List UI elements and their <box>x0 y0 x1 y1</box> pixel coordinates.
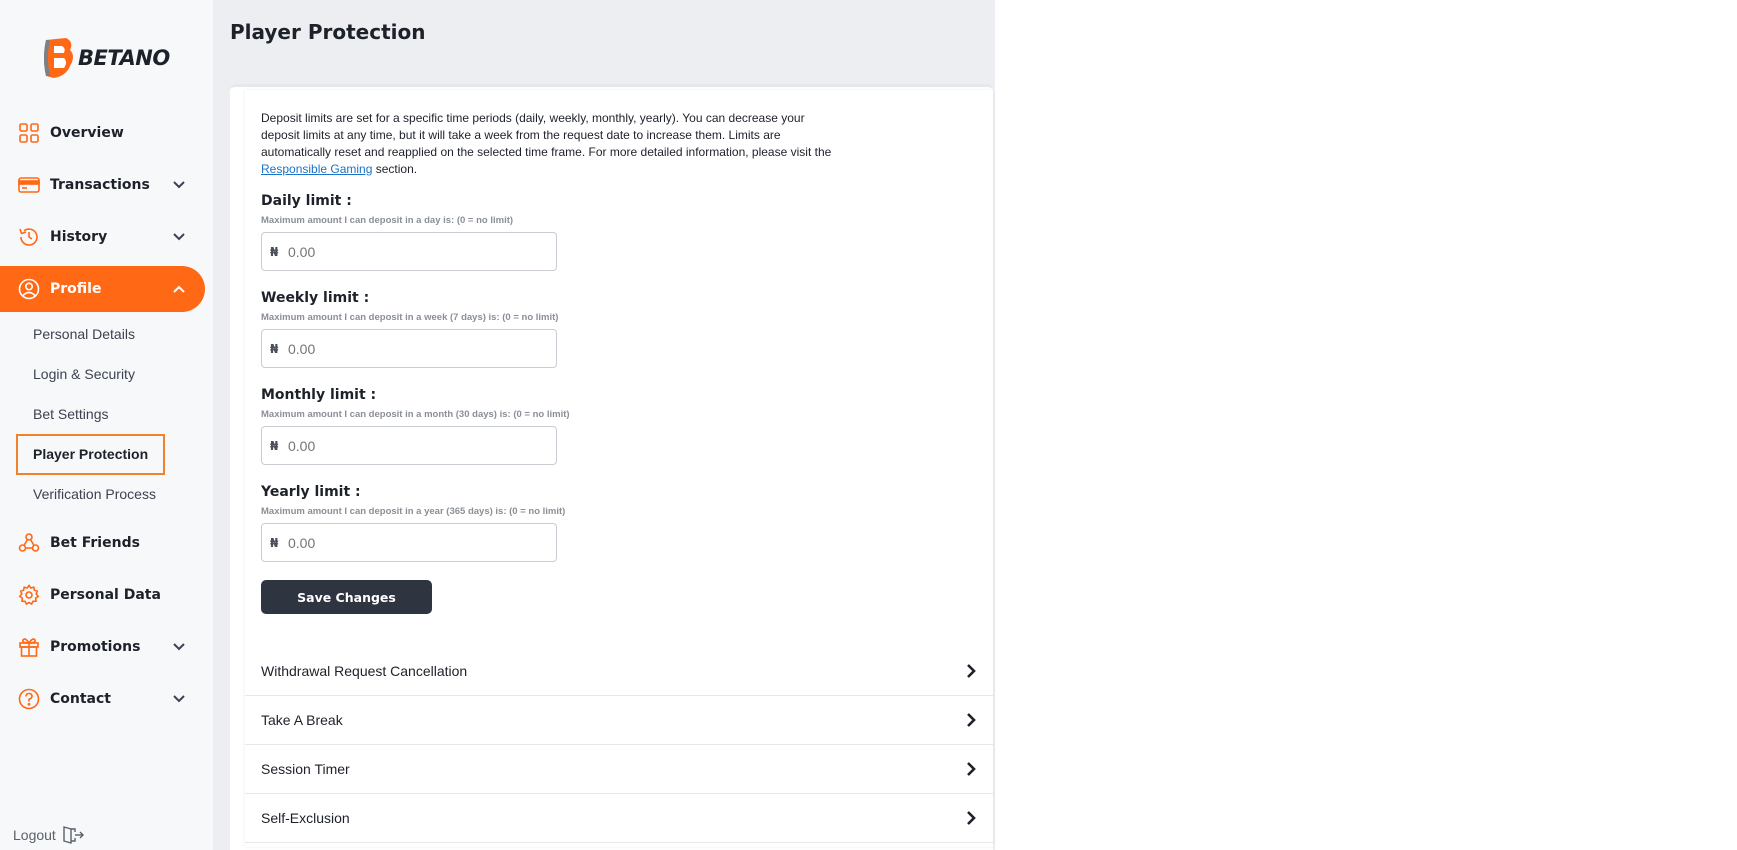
yearly-limit-hint: Maximum amount I can deposit in a year (… <box>261 506 566 517</box>
friends-icon <box>18 532 40 554</box>
logout-label: Logout <box>13 827 56 843</box>
sidebar-subitem-login-security[interactable]: Login & Security <box>33 366 135 382</box>
sidebar-subitem-player-protection[interactable]: Player Protection <box>16 434 165 475</box>
sidebar-item-bet-friends[interactable]: Bet Friends <box>0 520 205 566</box>
chevron-down-icon[interactable] <box>171 691 187 707</box>
yearly-limit-field[interactable]: ₦ <box>261 523 557 562</box>
chevron-up-icon[interactable] <box>171 281 187 297</box>
main-content: Player Protection Deposit limits are set… <box>213 0 995 850</box>
sidebar-item-transactions[interactable]: Transactions <box>0 162 205 208</box>
gift-icon <box>18 636 40 658</box>
yearly-limit-input[interactable] <box>288 534 538 551</box>
gear-icon <box>18 584 40 606</box>
responsible-gaming-link[interactable]: Responsible Gaming <box>261 162 372 176</box>
sidebar: BETANO Overview Transactions History Pro… <box>0 0 213 850</box>
sidebar-item-profile[interactable]: Profile <box>0 266 205 312</box>
accordion-withdrawal-request-cancellation[interactable]: Withdrawal Request Cancellation <box>245 647 993 696</box>
weekly-limit-input[interactable] <box>288 340 538 357</box>
naira-currency-icon: ₦ <box>270 535 279 550</box>
deposit-limits-description: Deposit limits are set for a specific ti… <box>261 110 841 178</box>
yearly-limit-title: Yearly limit : <box>261 484 361 500</box>
accordion-session-timer[interactable]: Session Timer <box>245 745 993 794</box>
sidebar-item-label: Promotions <box>50 639 141 655</box>
help-icon <box>18 688 40 710</box>
naira-currency-icon: ₦ <box>270 244 279 259</box>
sidebar-item-label: Profile <box>50 281 102 297</box>
accordion-label: Session Timer <box>261 761 350 777</box>
sidebar-item-label: Contact <box>50 691 111 707</box>
sidebar-item-overview[interactable]: Overview <box>0 110 205 156</box>
sidebar-item-label: History <box>50 229 108 245</box>
card-icon <box>18 174 40 196</box>
sidebar-item-label: Bet Friends <box>50 535 140 551</box>
sidebar-item-label: Personal Data <box>50 587 161 603</box>
logout-button[interactable]: Logout <box>13 826 84 844</box>
intro-text: Deposit limits are set for a specific ti… <box>261 111 832 159</box>
accordion-label: Withdrawal Request Cancellation <box>261 663 468 679</box>
brand-name: BETANO <box>78 46 170 70</box>
logout-icon <box>63 826 84 844</box>
sidebar-item-history[interactable]: History <box>0 214 205 260</box>
chevron-right-icon <box>967 762 976 776</box>
chevron-right-icon <box>967 664 976 678</box>
accordion-take-a-break[interactable]: Take A Break <box>245 696 993 745</box>
naira-currency-icon: ₦ <box>270 341 279 356</box>
betano-logo-mark-icon <box>44 38 73 78</box>
sidebar-subitem-verification-process[interactable]: Verification Process <box>33 486 156 502</box>
deposit-limits-panel: Deposit limits are set for a specific ti… <box>245 90 993 847</box>
chevron-down-icon[interactable] <box>171 177 187 193</box>
accordion-label: Self-Exclusion <box>261 810 350 826</box>
weekly-limit-field[interactable]: ₦ <box>261 329 557 368</box>
weekly-limit-title: Weekly limit : <box>261 290 370 306</box>
monthly-limit-field[interactable]: ₦ <box>261 426 557 465</box>
daily-limit-input[interactable] <box>288 243 538 260</box>
user-icon <box>18 278 40 300</box>
sidebar-item-promotions[interactable]: Promotions <box>0 624 205 670</box>
monthly-limit-hint: Maximum amount I can deposit in a month … <box>261 409 570 420</box>
grid-icon <box>18 122 40 144</box>
accordion-label: Take A Break <box>261 712 343 728</box>
chevron-right-icon <box>967 713 976 727</box>
daily-limit-title: Daily limit : <box>261 193 352 209</box>
daily-limit-hint: Maximum amount I can deposit in a day is… <box>261 215 514 226</box>
daily-limit-field[interactable]: ₦ <box>261 232 557 271</box>
sidebar-subitem-bet-settings[interactable]: Bet Settings <box>33 406 109 422</box>
betano-logo[interactable]: BETANO <box>40 34 170 82</box>
sidebar-item-label: Transactions <box>50 177 150 193</box>
history-icon <box>18 226 40 248</box>
weekly-limit-hint: Maximum amount I can deposit in a week (… <box>261 312 559 323</box>
chevron-right-icon <box>967 811 976 825</box>
sidebar-item-label: Overview <box>50 125 124 141</box>
monthly-limit-title: Monthly limit : <box>261 387 377 403</box>
page-title: Player Protection <box>230 20 426 44</box>
accordion-self-exclusion[interactable]: Self-Exclusion <box>245 794 993 843</box>
save-changes-button[interactable]: Save Changes <box>261 580 432 614</box>
sidebar-item-contact[interactable]: Contact <box>0 676 205 722</box>
player-protection-card: Deposit limits are set for a specific ti… <box>230 84 993 850</box>
naira-currency-icon: ₦ <box>270 438 279 453</box>
sidebar-item-personal-data[interactable]: Personal Data <box>0 572 205 618</box>
chevron-down-icon[interactable] <box>171 639 187 655</box>
sidebar-subitem-personal-details[interactable]: Personal Details <box>33 326 135 342</box>
chevron-down-icon[interactable] <box>171 229 187 245</box>
monthly-limit-input[interactable] <box>288 437 538 454</box>
intro-text-end: section. <box>372 162 418 176</box>
